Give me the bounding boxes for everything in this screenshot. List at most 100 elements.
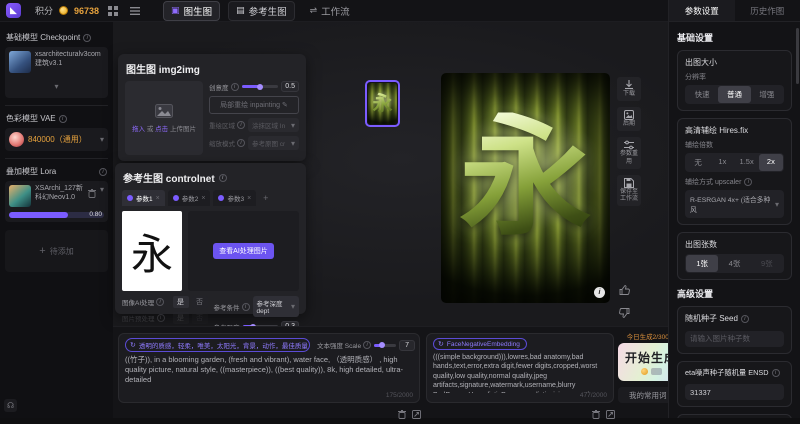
image-toolbar: 下载 后期 参数重用 保存至工作流 — [617, 77, 641, 206]
chevron-down-icon — [291, 302, 295, 311]
option-enhanced[interactable]: 增强 — [751, 86, 783, 103]
info-icon[interactable] — [242, 303, 250, 311]
resolution-label: 分辨率 — [685, 72, 784, 82]
scrollbar-thumb[interactable] — [796, 28, 799, 84]
positive-prompt-box[interactable]: 透明的质感，轻柔，唯美，太阳光，背景，动作，最佳质量 文本强度 Scale 7 … — [118, 333, 420, 403]
info-icon[interactable] — [744, 178, 752, 186]
info-icon[interactable] — [219, 174, 227, 182]
chevron-down-icon — [100, 135, 104, 144]
vae-selector[interactable]: 840000（通用） — [5, 128, 108, 151]
gallery-grid-icon[interactable] — [105, 4, 121, 18]
controlnet-tab-3[interactable]: 参数3 — [213, 190, 256, 206]
thumbs-down-icon[interactable] — [619, 305, 630, 323]
option-4[interactable]: 4张 — [718, 255, 750, 272]
support-icon[interactable]: ☊ — [4, 399, 17, 412]
expand-prompt-icon[interactable] — [412, 406, 421, 424]
info-icon[interactable] — [741, 315, 749, 323]
expand-prompt-icon[interactable] — [606, 406, 615, 424]
ensd-card: eta噪声种子随机量 ENSD — [677, 361, 792, 408]
info-icon[interactable] — [99, 168, 107, 176]
add-unit-button[interactable]: + — [259, 193, 272, 203]
scale-mode-dropdown[interactable]: 参考原图 cr — [248, 136, 299, 150]
controlnet-panel: 参考生图 controlnet 参数1 参数2 参数3 + 永 查看AI处理图片… — [115, 163, 306, 314]
steps-card: 绘画步数 Steps 50100 30 — [677, 414, 792, 418]
add-lora-button[interactable]: 待添加 — [5, 230, 108, 272]
save-workflow-button[interactable]: 保存至工作流 — [617, 175, 641, 206]
negative-prompt-text[interactable]: (((simple background))),lowres,bad anato… — [433, 353, 607, 393]
tab-history[interactable]: 历史作图 — [735, 0, 800, 21]
image-glyph: 永 — [460, 112, 592, 244]
negative-prompt-box[interactable]: FaceNegativeEmbedding (((simple backgrou… — [426, 333, 614, 403]
chevron-down-icon — [291, 121, 295, 130]
denoise-slider[interactable] — [242, 85, 279, 88]
lora-weight-slider[interactable]: 0.80 — [9, 212, 104, 218]
trash-icon[interactable] — [88, 185, 96, 207]
checkpoint-card[interactable]: xsarchitecturalv3com建筑v3.1 — [5, 47, 108, 98]
hires-title: 高清辅绘 Hires.fix — [685, 125, 784, 136]
result-thumbnail-selected[interactable]: 永 — [365, 80, 400, 127]
download-button[interactable]: 下载 — [617, 77, 641, 101]
option-fast[interactable]: 快速 — [686, 86, 718, 103]
info-icon[interactable] — [156, 298, 164, 306]
lora-card[interactable]: XSArchi_127新科幻Neov1.0 0.80 — [5, 181, 108, 222]
tab-reference-gen[interactable]: ▤ 参考生图 — [228, 1, 295, 21]
info-icon[interactable] — [59, 115, 67, 123]
postprocess-button[interactable]: 后期 — [617, 107, 641, 131]
controlnet-tab-2[interactable]: 参数2 — [168, 190, 211, 206]
tab-parameter-settings[interactable]: 参数设置 — [669, 0, 735, 21]
positive-char-count: 175/2000 — [386, 392, 413, 399]
batch-count-segmented: 1张 4张 9张 — [685, 254, 784, 273]
controlnet-tab-1[interactable]: 参数1 — [122, 190, 165, 206]
denoise-label: 创意度 — [209, 82, 239, 92]
condition-dropdown[interactable]: 参考深度 dept — [253, 296, 300, 317]
preprocess-label: 图片预处理 — [122, 313, 165, 323]
denoise-value[interactable]: 0.5 — [281, 81, 299, 92]
reference-image[interactable]: 永 — [122, 211, 182, 291]
cfg-scale-slider[interactable] — [374, 344, 396, 347]
positive-prompt-text[interactable]: ((竹子)), in a blooming garden, (fresh and… — [125, 355, 413, 395]
close-icon[interactable] — [247, 195, 251, 202]
mode-tabs: ▣ 图生图 ▤ 参考生图 ⇌ 工作流 — [163, 1, 357, 21]
settings-sidebar: 参数设置 历史作图 基础设置 出图大小 分辨率 快速 普通 增强 高清辅绘 Hi… — [668, 0, 800, 418]
clear-prompt-icon[interactable] — [592, 406, 600, 424]
reuse-params-button[interactable]: 参数重用 — [617, 137, 641, 168]
info-icon[interactable] — [83, 34, 91, 42]
unit-dot-icon — [173, 195, 179, 201]
image-upload-dropzone[interactable]: 拖入 或 点击 上传图片 — [125, 81, 203, 155]
redraw-area-dropdown[interactable]: 涂抹区域 In — [248, 118, 299, 132]
negative-embedding-pill[interactable]: FaceNegativeEmbedding — [433, 338, 527, 350]
option-1x[interactable]: 1x — [710, 154, 734, 171]
menu-icon[interactable] — [127, 4, 143, 18]
processed-image-area: 查看AI处理图片 — [188, 211, 299, 291]
tab-workflow[interactable]: ⇌ 工作流 — [303, 2, 357, 20]
option-1-5x[interactable]: 1.5x — [735, 154, 759, 171]
option-normal[interactable]: 普通 — [718, 86, 750, 103]
clear-prompt-icon[interactable] — [398, 406, 406, 424]
info-icon[interactable] — [363, 341, 371, 349]
ai-process-toggle[interactable]: 是否 — [173, 296, 208, 308]
ensd-input[interactable] — [685, 384, 784, 400]
image-info-icon[interactable]: i — [594, 287, 605, 298]
inpaint-button[interactable]: 局部重绘 inpainting ✎ — [209, 96, 299, 114]
tab-img2img[interactable]: ▣ 图生图 — [163, 1, 220, 21]
ai-process-label: 图像AI处理 — [122, 297, 164, 307]
cfg-scale-value[interactable]: 7 — [399, 340, 415, 351]
generated-image[interactable]: 永 i — [441, 73, 610, 303]
info-icon[interactable] — [231, 83, 239, 91]
upscaler-dropdown[interactable]: R-ESRGAN 4x+ (适合多种风 — [685, 190, 784, 218]
close-icon[interactable] — [156, 195, 160, 202]
option-1[interactable]: 1张 — [686, 255, 718, 272]
option-none[interactable]: 无 — [686, 154, 710, 171]
view-ai-processed-button[interactable]: 查看AI处理图片 — [213, 243, 274, 259]
close-icon[interactable] — [201, 195, 205, 202]
batch-count-title: 出图张数 — [685, 239, 784, 250]
info-icon — [157, 314, 165, 322]
app-logo-icon[interactable]: ◣ — [6, 3, 21, 18]
chevron-down-icon[interactable] — [54, 82, 58, 91]
info-icon[interactable] — [772, 369, 780, 377]
chevron-down-icon[interactable] — [100, 185, 104, 207]
thumbs-up-icon[interactable] — [619, 282, 630, 300]
seed-input[interactable] — [685, 331, 784, 347]
option-2x[interactable]: 2x — [759, 154, 783, 171]
prompt-tags-pill[interactable]: 透明的质感，轻柔，唯美，太阳光，背景，动作，最佳质量 — [125, 338, 310, 352]
